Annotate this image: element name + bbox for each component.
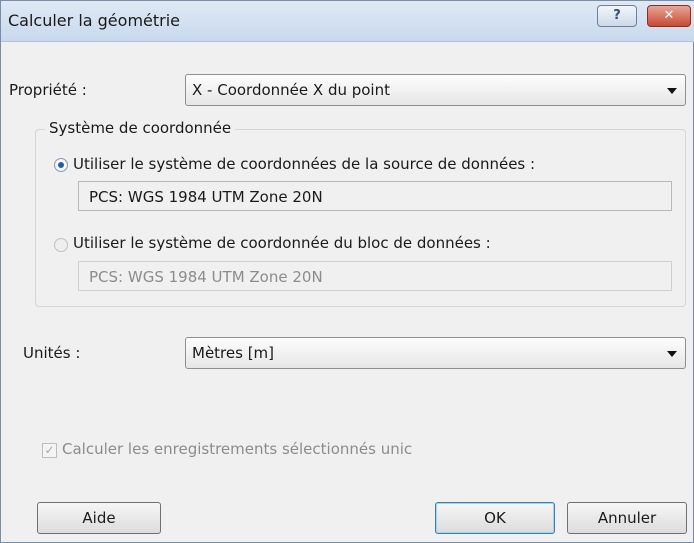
property-value: X - Coordonnée X du point bbox=[192, 81, 390, 99]
units-value: Mètres [m] bbox=[192, 344, 275, 362]
help-icon[interactable]: ? bbox=[597, 5, 637, 27]
property-label: Propriété : bbox=[9, 81, 87, 99]
block-coordinate-system-field: PCS: WGS 1984 UTM Zone 20N bbox=[78, 261, 672, 291]
radio-block-label[interactable]: Utiliser le système de coordonnée du blo… bbox=[73, 234, 491, 252]
calculate-geometry-dialog: Calculer la géométrie ? ✕ Propriété : X … bbox=[0, 0, 694, 543]
title-bar: Calculer la géométrie ? ✕ bbox=[1, 1, 694, 42]
property-dropdown[interactable]: X - Coordonnée X du point bbox=[185, 74, 686, 106]
units-label: Unités : bbox=[23, 344, 81, 362]
help-button[interactable]: Aide bbox=[37, 502, 161, 534]
chevron-down-icon bbox=[667, 351, 677, 357]
chevron-down-icon bbox=[667, 88, 677, 94]
selected-only-checkbox[interactable]: ✓ bbox=[42, 443, 57, 458]
coordinate-system-legend: Système de coordonnée bbox=[45, 119, 236, 137]
ok-button[interactable]: OK bbox=[435, 502, 555, 534]
dialog-title: Calculer la géométrie bbox=[8, 11, 181, 30]
radio-source-coordinate-system[interactable] bbox=[54, 158, 68, 172]
radio-source-label[interactable]: Utiliser le système de coordonnées de la… bbox=[73, 155, 535, 173]
source-coordinate-system-value: PCS: WGS 1984 UTM Zone 20N bbox=[89, 188, 323, 206]
units-dropdown[interactable]: Mètres [m] bbox=[185, 337, 686, 369]
cancel-button[interactable]: Annuler bbox=[567, 502, 687, 534]
source-coordinate-system-field: PCS: WGS 1984 UTM Zone 20N bbox=[78, 181, 672, 211]
radio-block-coordinate-system[interactable] bbox=[54, 238, 68, 252]
close-icon[interactable]: ✕ bbox=[647, 5, 691, 27]
block-coordinate-system-value: PCS: WGS 1984 UTM Zone 20N bbox=[89, 268, 323, 286]
selected-only-label: Calculer les enregistrements sélectionné… bbox=[62, 440, 413, 458]
